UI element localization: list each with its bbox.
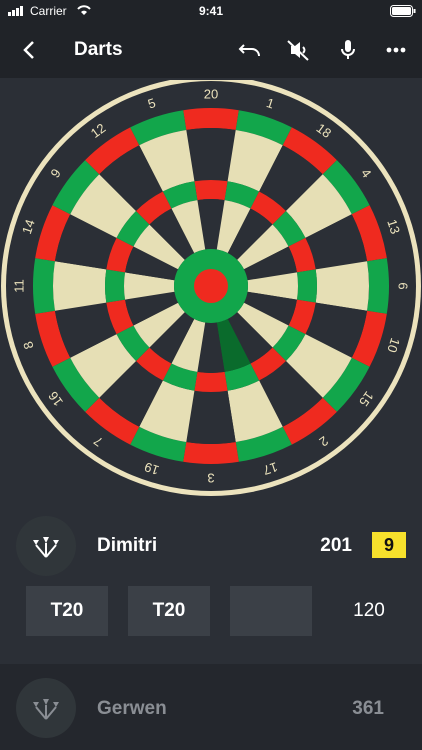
player-score: 361: [352, 698, 384, 719]
player-name: Gerwen: [97, 698, 167, 719]
segment-triple-11[interactable]: [105, 269, 126, 303]
segment-double-20[interactable]: [183, 108, 239, 130]
player-avatar: [16, 516, 76, 576]
navigation-bar: Darts: [0, 22, 422, 78]
status-bar: Carrier 9:41: [0, 0, 422, 22]
microphone-button[interactable]: [330, 32, 366, 68]
darts-left-badge: 9: [372, 532, 406, 558]
segment-single-outer-3[interactable]: [186, 390, 236, 444]
segment-triple-6[interactable]: [296, 269, 318, 303]
segment-double-11[interactable]: [33, 258, 55, 314]
microphone-icon: [341, 40, 355, 59]
darts-icon: [33, 537, 59, 558]
segment-single-outer-20[interactable]: [186, 128, 236, 182]
segment-single-outer-11[interactable]: [53, 261, 107, 311]
player-score: 201: [320, 535, 352, 556]
app-screen: Carrier 9:41 Darts 20 1 18 4 13 6 10 15 …: [0, 0, 422, 750]
mute-button[interactable]: [280, 32, 316, 68]
board-number-label: 20: [204, 87, 218, 102]
segment-double-3[interactable]: [183, 442, 239, 465]
dartboard[interactable]: 2011841361015217319716811149125: [0, 80, 422, 510]
mute-icon: [287, 40, 309, 61]
segment-single-outer-6[interactable]: [315, 261, 369, 311]
board-number-label: 11: [12, 279, 27, 293]
segment-double-6[interactable]: [367, 258, 389, 314]
more-button[interactable]: [378, 32, 414, 68]
battery-icon: [390, 5, 416, 17]
darts-icon: [33, 699, 59, 720]
board-number-label: 3: [207, 471, 214, 486]
player-row-active[interactable]: Dimitri 201 9 T20 T20 120: [0, 512, 422, 664]
page-title: Darts: [74, 39, 123, 60]
chevron-left-icon: [23, 41, 34, 59]
undo-button[interactable]: [232, 32, 268, 68]
status-time: 9:41: [198, 4, 224, 18]
player-avatar: [16, 678, 76, 738]
segment-triple-20[interactable]: [194, 180, 228, 201]
back-button[interactable]: [12, 32, 48, 68]
board-number-label: 6: [396, 282, 411, 289]
player-name: Dimitri: [97, 535, 158, 556]
undo-icon: [238, 44, 260, 57]
player-row-inactive[interactable]: Gerwen 361: [0, 664, 422, 750]
bullseye[interactable]: [194, 269, 228, 303]
throw-slot-3[interactable]: [230, 586, 312, 636]
more-icon: [386, 47, 406, 53]
dartboard-area: 20 1 18 4 13 6 10 15 2 17 3 19 7 16 8 11 14 9 12 5: [0, 80, 422, 510]
turn-total: 120: [353, 600, 385, 621]
throw-slot-1[interactable]: T20: [26, 586, 108, 636]
segment-triple-3[interactable]: [194, 371, 228, 393]
throw-slot-2[interactable]: T20: [128, 586, 210, 636]
